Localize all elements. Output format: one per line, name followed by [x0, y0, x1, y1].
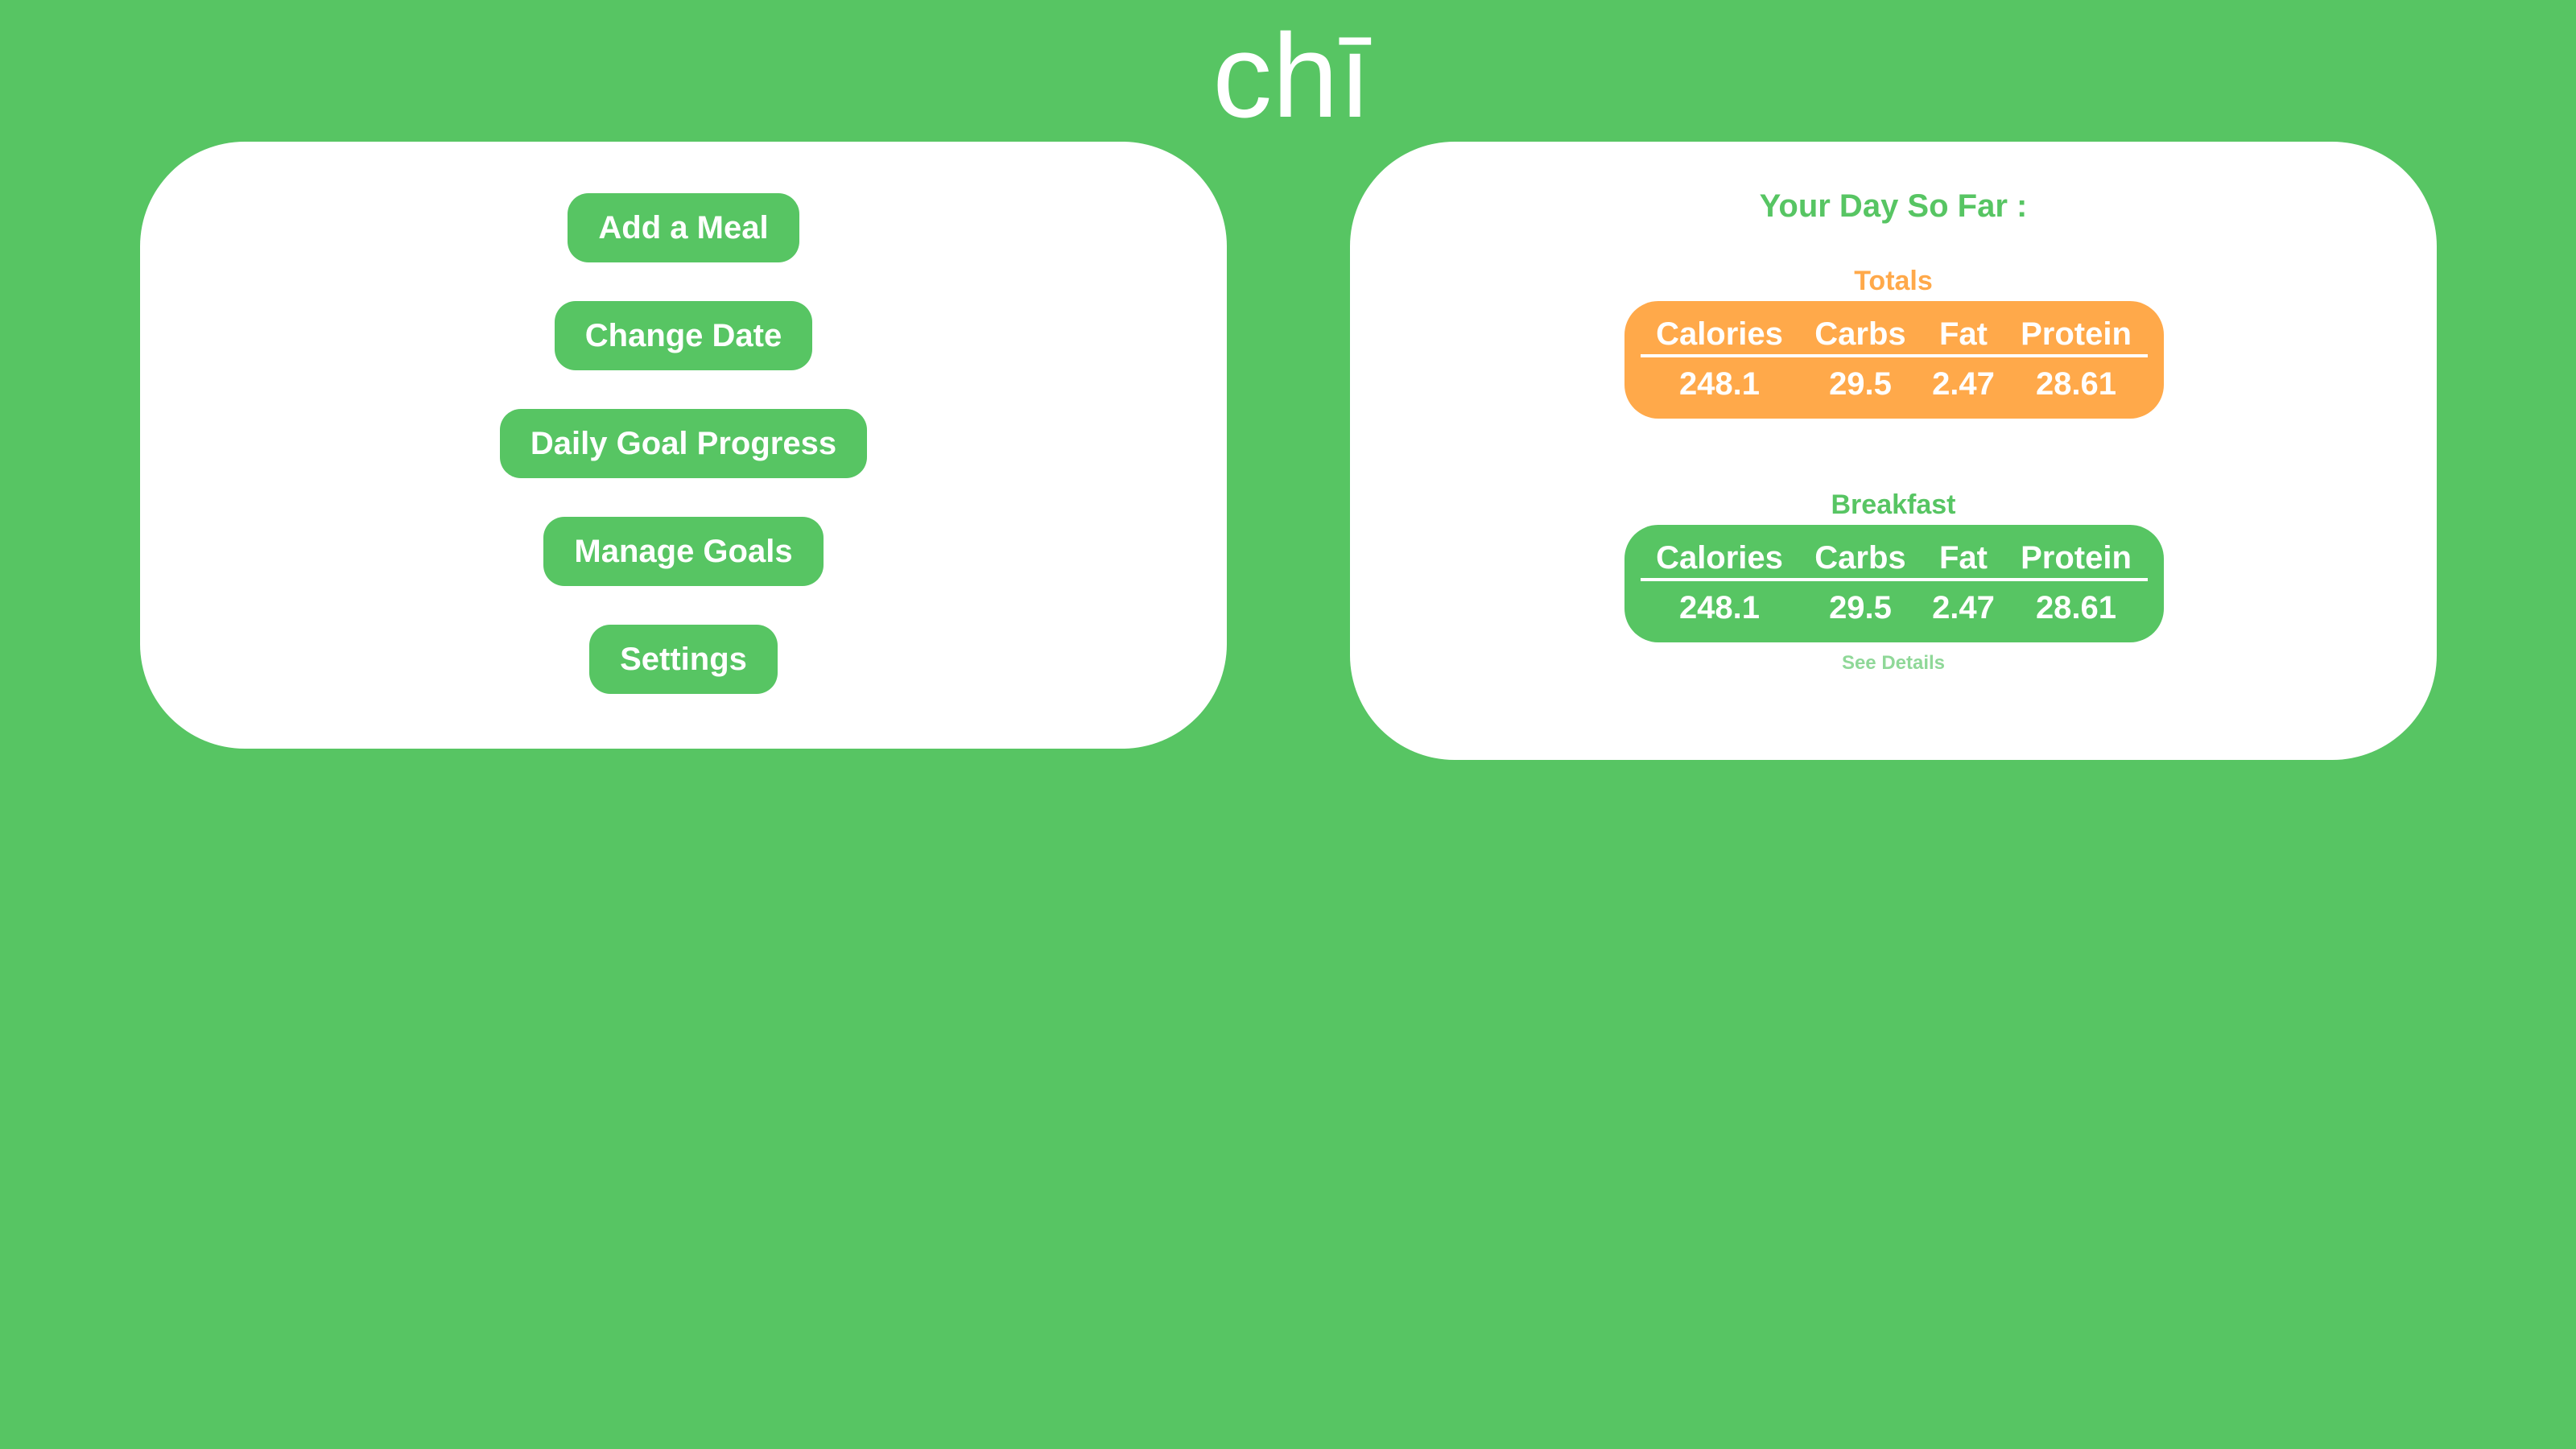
chi-logo-mark: chī — [1212, 24, 1371, 129]
breakfast-header-calories: Calories — [1656, 540, 1783, 576]
totals-value-calories: 248.1 — [1678, 366, 1761, 402]
chi-logo: chī — [1208, 24, 1377, 129]
breakfast-value-carbs: 29.5 — [1829, 590, 1892, 625]
menu-panel: Add a Meal Change Date Daily Goal Progre… — [140, 142, 1227, 749]
totals-value-fat: 2.47 — [1932, 366, 1995, 402]
totals-header-carbs: Carbs — [1814, 316, 1906, 352]
app-page: chī Add a Meal Change Date Daily Goal Pr… — [0, 0, 2576, 1449]
svg-text:chī: chī — [1212, 24, 1371, 129]
totals-value-row: 248.1 29.5 2.47 28.61 — [1641, 357, 2148, 409]
breakfast-header-fat: Fat — [1939, 540, 1988, 576]
totals-value-carbs: 29.5 — [1829, 366, 1892, 402]
daily-goal-progress-button[interactable]: Daily Goal Progress — [499, 409, 868, 478]
totals-header-fat: Fat — [1939, 316, 1988, 352]
totals-label: Totals — [1854, 266, 1933, 296]
breakfast-header-carbs: Carbs — [1814, 540, 1906, 576]
breakfast-header-protein: Protein — [2021, 540, 2132, 576]
breakfast-value-protein: 28.61 — [2035, 590, 2117, 625]
settings-button[interactable]: Settings — [589, 625, 778, 694]
breakfast-value-fat: 2.47 — [1932, 590, 1995, 625]
breakfast-header-row: Calories Carbs Fat Protein — [1641, 538, 2148, 581]
totals-header-calories: Calories — [1656, 316, 1783, 352]
manage-goals-button[interactable]: Manage Goals — [543, 517, 824, 586]
totals-value-protein: 28.61 — [2035, 366, 2117, 402]
breakfast-card: Calories Carbs Fat Protein 248.1 29.5 2.… — [1624, 525, 2164, 642]
add-meal-button[interactable]: Add a Meal — [568, 193, 799, 262]
day-summary-title: Your Day So Far : — [1759, 188, 2028, 224]
totals-header-row: Calories Carbs Fat Protein — [1641, 314, 2148, 357]
totals-card: Calories Carbs Fat Protein 248.1 29.5 2.… — [1624, 301, 2164, 419]
main-menu: Add a Meal Change Date Daily Goal Progre… — [140, 193, 1227, 733]
breakfast-value-row: 248.1 29.5 2.47 28.61 — [1641, 581, 2148, 633]
breakfast-label: Breakfast — [1831, 489, 1956, 520]
breakfast-value-calories: 248.1 — [1678, 590, 1761, 625]
see-details-link[interactable]: See Details — [1350, 652, 2437, 675]
change-date-button[interactable]: Change Date — [554, 301, 813, 370]
day-summary-panel: Your Day So Far : Totals Calories Carbs … — [1350, 142, 2437, 760]
totals-header-protein: Protein — [2021, 316, 2132, 352]
